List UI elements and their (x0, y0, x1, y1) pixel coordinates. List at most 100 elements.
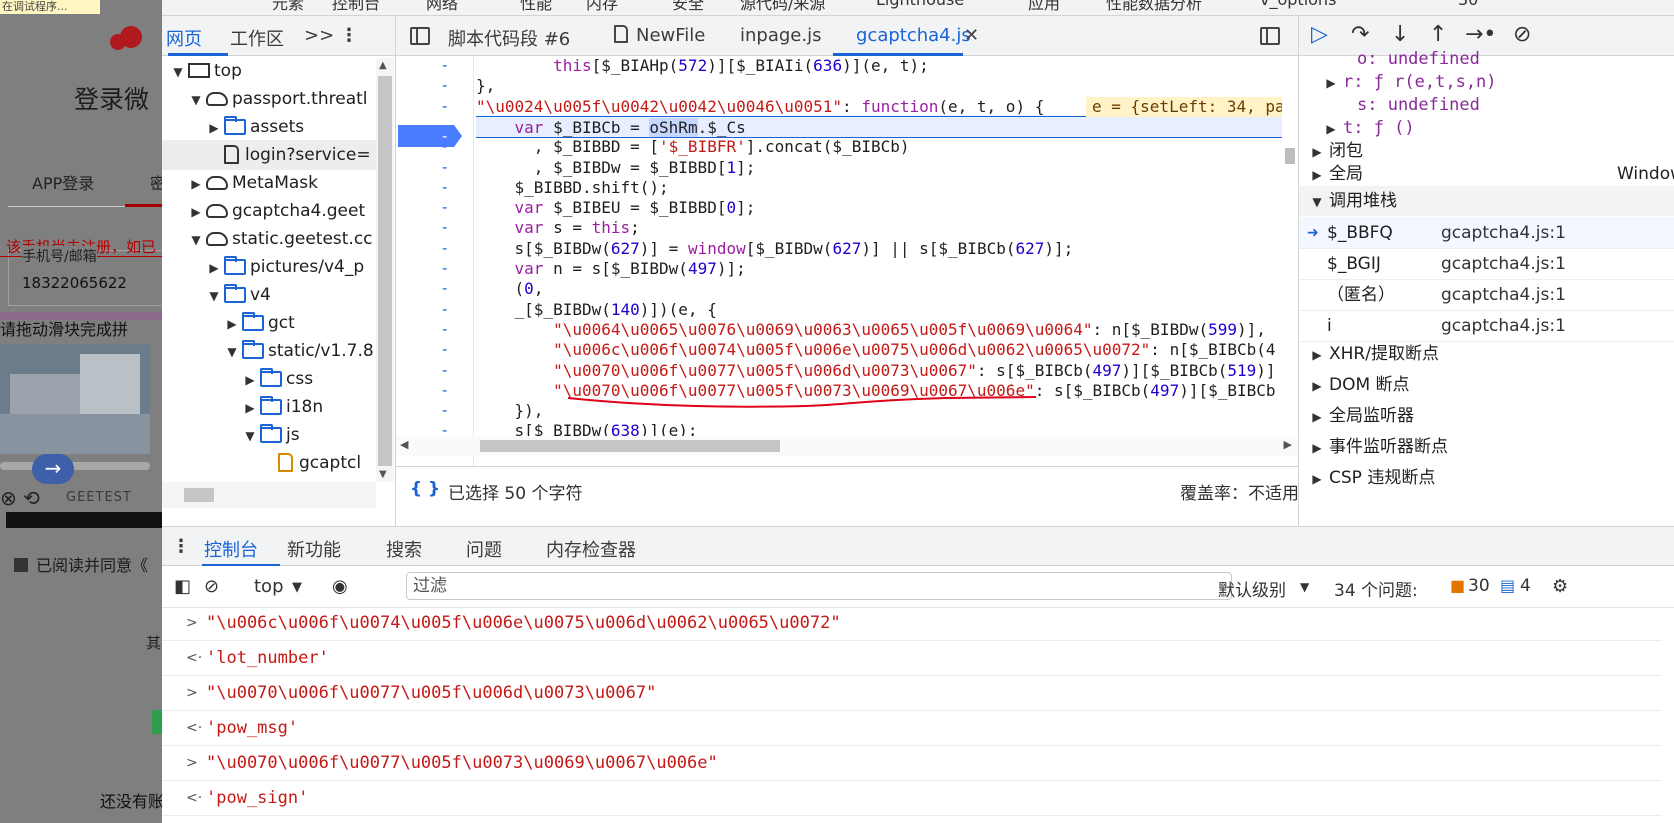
gutter-marker[interactable]: - (442, 158, 447, 176)
expand-icon[interactable]: ▼ (190, 85, 202, 115)
call-frame[interactable]: （匿名） gcaptcha4.js:1 (1299, 279, 1674, 311)
tree-item[interactable]: ▶ gcaptcha4.geet (162, 196, 378, 226)
code-editor[interactable]: ------------------ - this[$_BIAHp(572)][… (396, 56, 1298, 466)
tree-item[interactable]: ▼ passport.threatl (162, 84, 378, 114)
call-frame[interactable]: i gcaptcha4.js:1 (1299, 310, 1674, 342)
code-line[interactable]: var n = s[$_BIBDw(497)]; (476, 258, 1296, 280)
code-line[interactable]: var s = this; (476, 217, 1296, 239)
breakpoint-marker[interactable]: - (398, 125, 462, 147)
log-level-select[interactable]: 默认级别 (1218, 576, 1286, 601)
kebab-menu-icon[interactable]: ⋮ (340, 25, 358, 46)
expand-icon[interactable]: ▶ (1311, 464, 1323, 494)
tree-item[interactable]: ▶ pictures/v4_p (162, 252, 378, 282)
close-tab-icon[interactable]: ✕ (964, 25, 979, 46)
tab-memory-inspector[interactable]: 内存检查器 (546, 536, 636, 562)
warning-count[interactable]: 30 (1468, 576, 1490, 596)
tree-item[interactable]: ▼ js (162, 420, 378, 450)
issues-label[interactable]: 34 个问题: (1334, 576, 1418, 601)
tab-app-login[interactable]: APP登录 (32, 170, 94, 194)
drawer-menu-icon[interactable]: ⋮ (172, 536, 190, 557)
tree-item[interactable]: ▶ MetaMask (162, 168, 378, 198)
level-dropdown-icon[interactable]: ▼ (1300, 580, 1309, 594)
tree-item[interactable]: ▶ i18n (162, 392, 378, 422)
gutter-marker[interactable]: - (442, 76, 447, 94)
tab-search[interactable]: 搜索 (386, 536, 422, 562)
expand-icon[interactable]: ▶ (208, 253, 220, 283)
expand-icon[interactable]: ▶ (1311, 371, 1323, 401)
gutter-marker[interactable]: - (442, 239, 447, 257)
main-tab[interactable]: 内存 (586, 0, 618, 14)
pretty-print-icon[interactable]: { } (410, 479, 440, 499)
code-line[interactable]: }, (476, 75, 1296, 97)
main-tab[interactable]: 网络 (426, 0, 458, 14)
tree-item[interactable]: ▶ css (162, 364, 378, 394)
gutter-marker[interactable]: - (442, 198, 447, 216)
expand-icon[interactable]: ▼ (172, 57, 184, 87)
gutter-marker[interactable]: - (442, 340, 447, 358)
expand-icon[interactable]: ▶ (190, 197, 202, 227)
tree-item[interactable]: ▼ static/v1.7.8 (162, 336, 378, 366)
call-frame[interactable]: $_BGIJ gcaptcha4.js:1 (1299, 248, 1674, 280)
gutter-marker[interactable]: - (442, 401, 447, 419)
gutter-marker[interactable]: - (442, 279, 447, 297)
main-tab[interactable]: Lighthouse (876, 0, 964, 9)
settings-gear-icon[interactable]: ⚙ (1552, 576, 1568, 597)
code-lines[interactable]: this[$_BIAHp(572)][$_BIAIi(636)](e, t);}… (476, 56, 1298, 466)
expand-icon[interactable]: ▶ (1311, 340, 1323, 370)
main-tab[interactable]: 30 (1458, 0, 1478, 9)
breakpoint-section[interactable]: ▶ 全局监听器 (1299, 401, 1674, 431)
console-input[interactable]: > "\u0070\u006f\u0077\u005f\u0073\u0069\u… (162, 746, 1662, 781)
main-tab[interactable]: v_options (1260, 0, 1336, 9)
gutter-marker[interactable]: - (442, 218, 447, 236)
close-icon[interactable]: ⊗ (0, 486, 17, 510)
console-result[interactable]: <·'pow_msg' (162, 711, 1662, 746)
breakpoint-section[interactable]: ▶ XHR/提取断点 (1299, 339, 1674, 369)
current-execution-line[interactable]: var $_BIBCb = oShRm.$_Cs (476, 115, 1296, 138)
console-result[interactable]: <·'pow_sign' (162, 781, 1662, 816)
main-tab[interactable]: 应用 (1028, 0, 1060, 14)
refresh-icon[interactable]: ⟲ (23, 486, 40, 510)
code-line[interactable]: (0, (476, 278, 1296, 300)
code-line[interactable]: s[$_BIBDw(627)] = window[$_BIBDw(627)] |… (476, 238, 1296, 260)
code-line[interactable]: "\u0064\u0065\u0076\u0069\u0063\u0065\u0… (476, 319, 1296, 341)
gutter-marker[interactable]: - (442, 178, 447, 196)
tab-newfile[interactable]: NewFile (636, 25, 705, 46)
wechat-icon[interactable] (152, 710, 162, 734)
editor-v-scrollbar[interactable] (1282, 56, 1298, 436)
main-tab[interactable]: 源代码/来源 (740, 0, 825, 14)
gutter-marker[interactable]: - (442, 381, 447, 399)
gutter-marker[interactable]: - (442, 56, 447, 74)
frame-location[interactable]: gcaptcha4.js:1 (1441, 248, 1566, 280)
tab-inpage-js[interactable]: inpage.js (740, 25, 821, 46)
tab-gcaptcha4-js[interactable]: gcaptcha4.js (856, 25, 971, 46)
tab-issues[interactable]: 问题 (466, 536, 502, 562)
expand-icon[interactable]: ▼ (226, 337, 238, 367)
expand-icon[interactable]: ▶ (244, 365, 256, 395)
main-tab[interactable]: 安全 (672, 0, 704, 14)
context-dropdown-icon[interactable]: ▼ (292, 580, 302, 595)
expand-icon[interactable]: ▶ (244, 393, 256, 423)
tree-item[interactable]: ▼ top (162, 56, 378, 86)
gutter-marker[interactable]: - (442, 300, 447, 318)
live-expression-eye-icon[interactable]: ◉ (332, 576, 348, 597)
context-select[interactable]: top (254, 576, 284, 597)
code-line[interactable]: $_BIBBD.shift(); (476, 177, 1296, 199)
toggle-debugger-icon[interactable] (1260, 27, 1280, 45)
expand-icon[interactable]: ▶ (1311, 402, 1323, 432)
code-line[interactable]: var $_BIBEU = $_BIBBD[0]; (476, 197, 1296, 219)
code-line[interactable]: this[$_BIAHp(572)][$_BIAIi(636)](e, t); (476, 56, 1296, 77)
tab-snippet-6[interactable]: 脚本代码段 #6 (448, 25, 570, 51)
tab-workspace[interactable]: 工作区 (230, 25, 284, 51)
gutter-marker[interactable]: - (442, 361, 447, 379)
console-result[interactable]: <·'lot_number' (162, 641, 1662, 676)
tree-item[interactable]: login?service= (162, 140, 378, 170)
expand-icon[interactable]: ▼ (244, 421, 256, 451)
navigator-h-scrollbar[interactable] (162, 482, 376, 508)
breakpoint-section[interactable]: ▶ DOM 断点 (1299, 370, 1674, 400)
tab-page[interactable]: 网页 (166, 25, 202, 51)
main-tab[interactable]: 性能 (520, 0, 552, 14)
tree-item[interactable]: ▼ v4 (162, 280, 378, 310)
info-count[interactable]: 4 (1520, 576, 1531, 596)
frame-location[interactable]: gcaptcha4.js:1 (1441, 217, 1566, 249)
frame-location[interactable]: gcaptcha4.js:1 (1441, 279, 1566, 311)
